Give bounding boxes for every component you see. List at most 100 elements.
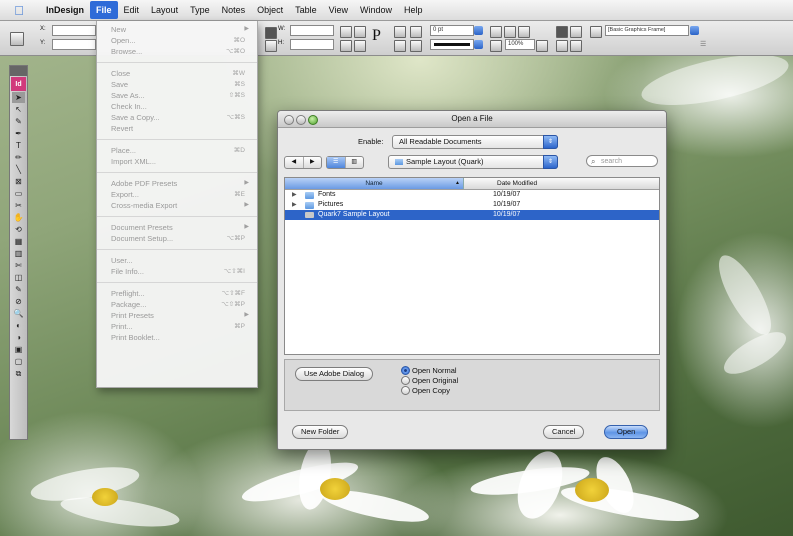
back-arrow-icon[interactable]: ◀ bbox=[285, 157, 304, 168]
toolbox-grip[interactable] bbox=[10, 66, 27, 76]
fit-content-icon[interactable] bbox=[556, 26, 568, 38]
free-transform-tool-icon[interactable]: ✄ bbox=[12, 260, 25, 271]
column-header-name[interactable]: Name bbox=[285, 178, 464, 189]
panel-menu-icon[interactable]: ☰ bbox=[700, 40, 710, 50]
constrain-proportions-icon[interactable] bbox=[265, 27, 277, 39]
file-menu-item-adobe-pdf-presets[interactable]: Adobe PDF Presets ▶ bbox=[97, 178, 257, 189]
hand-tool-icon[interactable]: ✋ bbox=[12, 212, 25, 223]
radio-open-copy[interactable]: Open Copy bbox=[401, 386, 450, 395]
file-menu-item-document-setup[interactable]: Document Setup... ⌥⌘P bbox=[97, 233, 257, 244]
stroke-type-dropdown[interactable] bbox=[474, 40, 483, 49]
stroke-weight-field[interactable]: 0 pt bbox=[430, 25, 474, 36]
normal-view-icon[interactable]: ▢ bbox=[12, 356, 25, 367]
file-row[interactable]: ▶ Pictures 10/19/07 bbox=[285, 200, 659, 210]
scale-tool-icon[interactable]: ▦ bbox=[12, 236, 25, 247]
drop-shadow-icon[interactable] bbox=[504, 26, 516, 38]
zoom-field[interactable]: 100% bbox=[505, 39, 535, 50]
file-menu-item-print[interactable]: Print... ⌘P bbox=[97, 321, 257, 332]
shear-angle-icon[interactable] bbox=[340, 40, 352, 52]
menu-notes[interactable]: Notes bbox=[216, 1, 252, 19]
file-menu-item-export[interactable]: Export... ⌘E bbox=[97, 189, 257, 200]
effects-icon[interactable] bbox=[518, 26, 530, 38]
dialog-title-bar[interactable]: Open a File bbox=[278, 111, 666, 128]
menu-file[interactable]: File bbox=[90, 1, 118, 19]
disclosure-triangle-icon[interactable]: ▶ bbox=[292, 200, 297, 210]
file-menu-item-revert[interactable]: Revert bbox=[97, 123, 257, 134]
menu-indesign[interactable]: InDesign bbox=[40, 1, 90, 19]
use-adobe-dialog-button[interactable]: Use Adobe Dialog bbox=[295, 367, 374, 381]
file-row[interactable]: Quark7 Sample Layout 10/19/07 bbox=[285, 210, 659, 220]
h-field[interactable] bbox=[290, 39, 334, 50]
apply-color-icon[interactable]: ▣ bbox=[12, 344, 25, 355]
menu-table[interactable]: Table bbox=[289, 1, 323, 19]
file-menu-item-open[interactable]: Open... ⌘O bbox=[97, 35, 257, 46]
rectangle-frame-tool-icon[interactable]: ⊠ bbox=[12, 176, 25, 187]
menu-window[interactable]: Window bbox=[354, 1, 398, 19]
menu-object[interactable]: Object bbox=[251, 1, 289, 19]
file-menu-item-save[interactable]: Save ⌘S bbox=[97, 79, 257, 90]
fill-swatch-icon[interactable]: ◐ bbox=[12, 320, 25, 331]
position-tool-icon[interactable]: ✎ bbox=[12, 116, 25, 127]
center-content-icon[interactable] bbox=[556, 40, 568, 52]
gradient-tool-icon[interactable]: ◫ bbox=[12, 272, 25, 283]
w-field[interactable] bbox=[290, 25, 334, 36]
location-popup[interactable]: Sample Layout (Quark) ⇕ bbox=[388, 155, 558, 169]
file-menu-item-cross-media-export[interactable]: Cross-media Export ▶ bbox=[97, 200, 257, 211]
file-menu-item-new[interactable]: New ▶ bbox=[97, 24, 257, 35]
radio-open-original[interactable]: Open Original bbox=[401, 376, 458, 385]
list-view-icon[interactable]: ☰ bbox=[327, 157, 346, 168]
x-field[interactable] bbox=[52, 25, 96, 36]
select-container-icon[interactable] bbox=[354, 40, 366, 52]
type-tool-icon[interactable]: T bbox=[12, 140, 25, 151]
menu-edit[interactable]: Edit bbox=[118, 1, 146, 19]
file-menu-item-place[interactable]: Place... ⌘D bbox=[97, 145, 257, 156]
file-menu-item-user[interactable]: User... bbox=[97, 255, 257, 266]
pen-tool-icon[interactable]: ✒ bbox=[12, 128, 25, 139]
shear-tool-icon[interactable]: ▥ bbox=[12, 248, 25, 259]
stroke-swatch-icon[interactable]: ◑ bbox=[12, 332, 25, 343]
file-menu-item-close[interactable]: Close ⌘W bbox=[97, 68, 257, 79]
disclosure-triangle-icon[interactable]: ▶ bbox=[292, 190, 297, 200]
fill-icon[interactable] bbox=[410, 26, 422, 38]
file-menu-item-import-xml[interactable]: Import XML... bbox=[97, 156, 257, 167]
file-menu-item-preflight[interactable]: Preflight... ⌥⇧⌘F bbox=[97, 288, 257, 299]
eyedropper-tool-icon[interactable]: ⊘ bbox=[12, 296, 25, 307]
enable-popup[interactable]: All Readable Documents ⇕ bbox=[392, 135, 558, 149]
menu-view[interactable]: View bbox=[323, 1, 354, 19]
zoom-tool-icon[interactable]: 🔍 bbox=[12, 308, 25, 319]
menu-type[interactable]: Type bbox=[184, 1, 216, 19]
file-menu-item-save-a-copy[interactable]: Save a Copy... ⌥⌘S bbox=[97, 112, 257, 123]
file-menu-item-save-as[interactable]: Save As... ⇧⌘S bbox=[97, 90, 257, 101]
file-row[interactable]: ▶ Fonts 10/19/07 bbox=[285, 190, 659, 200]
apple-icon[interactable]:  bbox=[12, 3, 26, 18]
line-tool-icon[interactable]: ╲ bbox=[12, 164, 25, 175]
file-menu-item-document-presets[interactable]: Document Presets ▶ bbox=[97, 222, 257, 233]
stroke-weight-dropdown[interactable] bbox=[474, 26, 483, 35]
file-menu-item-print-presets[interactable]: Print Presets ▶ bbox=[97, 310, 257, 321]
opacity-icon[interactable] bbox=[490, 40, 502, 52]
forward-arrow-icon[interactable]: ▶ bbox=[304, 157, 322, 168]
menu-help[interactable]: Help bbox=[398, 1, 429, 19]
reference-point-icon[interactable] bbox=[10, 32, 24, 46]
direct-selection-tool-icon[interactable]: ↖ bbox=[12, 104, 25, 115]
search-field[interactable]: ⌕ search bbox=[586, 155, 658, 167]
new-folder-button[interactable]: New Folder bbox=[292, 425, 349, 439]
rotate-tool-icon[interactable]: ⟲ bbox=[12, 224, 25, 235]
column-header-date[interactable]: Date Modified bbox=[497, 178, 537, 189]
rectangle-tool-icon[interactable]: ▭ bbox=[12, 188, 25, 199]
shear-icon[interactable] bbox=[265, 40, 277, 52]
menu-layout[interactable]: Layout bbox=[145, 1, 184, 19]
object-style-icon[interactable] bbox=[590, 26, 602, 38]
note-tool-icon[interactable]: ✎ bbox=[12, 284, 25, 295]
file-menu-item-check-in[interactable]: Check In... bbox=[97, 101, 257, 112]
stroke-icon[interactable] bbox=[410, 40, 422, 52]
open-button[interactable]: Open bbox=[604, 425, 649, 439]
file-menu-item-package[interactable]: Package... ⌥⇧⌘P bbox=[97, 299, 257, 310]
rotate-icon[interactable] bbox=[340, 26, 352, 38]
select-previous-icon[interactable] bbox=[394, 26, 406, 38]
flip-icon[interactable] bbox=[354, 26, 366, 38]
fit-frame-icon[interactable] bbox=[570, 26, 582, 38]
scissors-tool-icon[interactable]: ✂ bbox=[12, 200, 25, 211]
file-menu-item-file-info[interactable]: File Info... ⌥⇧⌘I bbox=[97, 266, 257, 277]
pencil-tool-icon[interactable]: ✏ bbox=[12, 152, 25, 163]
